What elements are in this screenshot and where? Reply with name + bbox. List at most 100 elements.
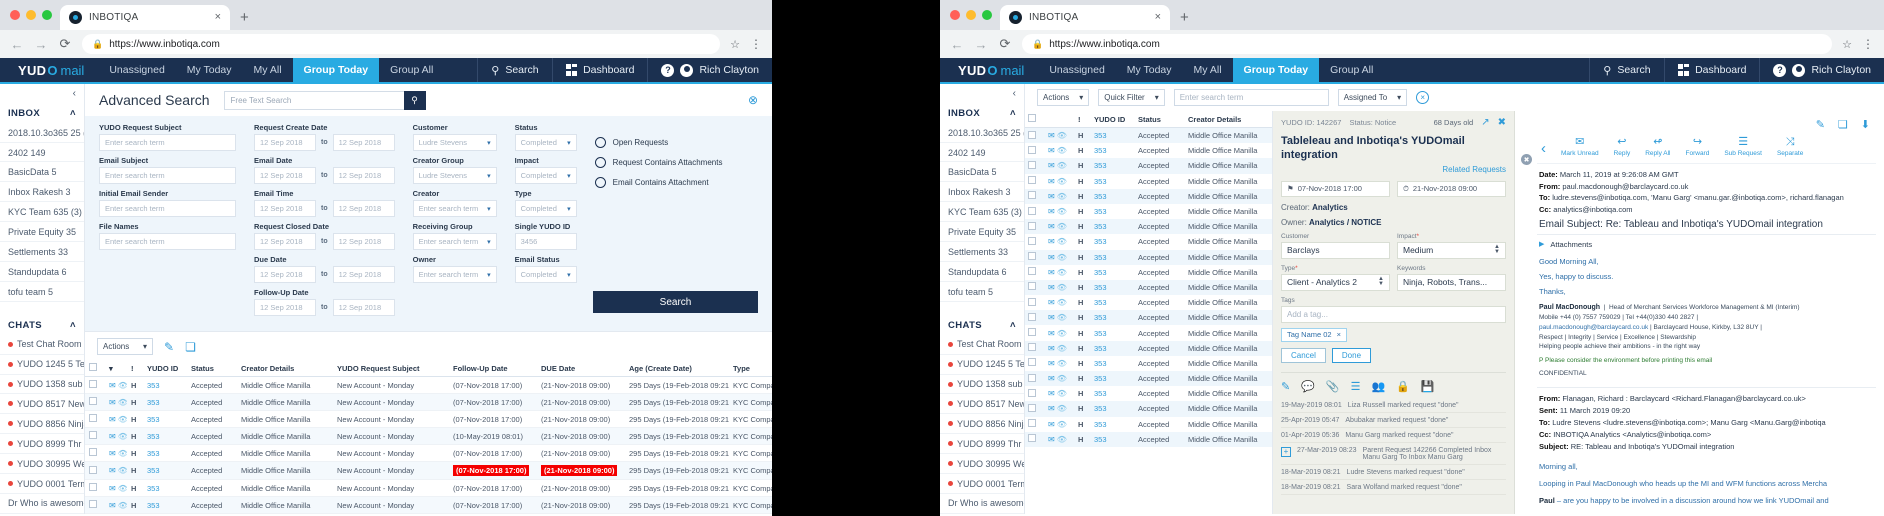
chevron-up-icon[interactable]: ˄: [1010, 320, 1016, 331]
list-item[interactable]: ✉ 👁 H 353 Accepted Middle Office Manilla: [1025, 401, 1272, 417]
date-to-input[interactable]: 12 Sep 2018: [332, 266, 395, 283]
nav-dashboard-button[interactable]: Dashboard: [551, 58, 648, 82]
sub-request-button[interactable]: ☰ Sub Request: [1724, 137, 1762, 158]
row-checkbox[interactable]: [89, 431, 97, 439]
close-search-icon[interactable]: ⊗: [748, 93, 758, 107]
sidebar-item-chat[interactable]: YUDO 8517 New: [940, 394, 1024, 415]
yudo-id-link[interactable]: 353: [1094, 253, 1107, 262]
row-checkbox[interactable]: [89, 380, 97, 388]
free-text-search-button[interactable]: ⚲: [403, 90, 426, 110]
browser-tab[interactable]: INBOTIQA ×: [60, 5, 230, 30]
eye-icon[interactable]: 👁: [1057, 192, 1067, 201]
envelope-icon[interactable]: ✉: [1048, 344, 1055, 353]
back-icon[interactable]: ←: [950, 37, 964, 52]
eye-icon[interactable]: 👁: [1057, 268, 1067, 277]
envelope-icon[interactable]: ✉: [109, 432, 116, 441]
quick-filter-dropdown[interactable]: Quick Filter ▾: [1098, 89, 1165, 106]
row-checkbox-cell[interactable]: [1025, 325, 1045, 340]
envelope-icon[interactable]: ✉: [1048, 222, 1055, 231]
col-status[interactable]: Status: [187, 360, 237, 377]
select-all-checkbox[interactable]: [1028, 114, 1036, 122]
yudo-id-link[interactable]: 353: [147, 432, 160, 441]
new-tab-icon[interactable]: +: [240, 9, 249, 26]
reply-button[interactable]: ↩ Reply: [1614, 137, 1631, 158]
row-id-cell[interactable]: 353: [1091, 310, 1135, 326]
avatar-icon[interactable]: [680, 63, 694, 77]
col-age[interactable]: Age (Create Date): [625, 360, 729, 377]
separate-button[interactable]: ⤨ Separate: [1777, 137, 1803, 158]
sidebar-item-inbox[interactable]: BasicData 5: [0, 162, 84, 183]
browser-menu-icon[interactable]: ⋮: [750, 38, 762, 50]
row-checkbox[interactable]: [1028, 388, 1036, 397]
eye-icon[interactable]: 👁: [118, 484, 127, 493]
sidebar-chats-header[interactable]: CHATS ˄: [0, 316, 84, 335]
sidebar-item-inbox[interactable]: tofu team 5: [940, 282, 1024, 302]
envelope-icon[interactable]: ✉: [1048, 435, 1055, 444]
envelope-icon[interactable]: ✉: [1048, 192, 1055, 201]
select-all-checkbox[interactable]: [89, 363, 97, 371]
minimize-window-button[interactable]: [26, 10, 36, 20]
sidebar-item-chat[interactable]: Test Chat Room: [940, 335, 1024, 355]
browser-menu-icon[interactable]: ⋮: [1862, 38, 1874, 50]
yudo-id-link[interactable]: 353: [147, 398, 160, 407]
envelope-icon[interactable]: ✉: [1048, 237, 1055, 246]
yudo-id-link[interactable]: 353: [1094, 435, 1107, 444]
nav-user-group[interactable]: ? Rich Clayton: [647, 58, 772, 82]
date-from-input[interactable]: 12 Sep 2018: [254, 266, 316, 283]
row-checkbox-cell[interactable]: [1025, 310, 1045, 326]
sidebar-item-inbox[interactable]: 2402 149: [940, 143, 1024, 163]
creator-group-select[interactable]: Ludre Stevens: [412, 167, 497, 184]
search-submit-button[interactable]: Search: [593, 291, 758, 313]
list-item[interactable]: ✉ 👁 H 353 Accepted Middle Office Manilla: [1025, 356, 1272, 371]
yudo-id-link[interactable]: 353: [1094, 344, 1107, 353]
help-icon[interactable]: ?: [1773, 63, 1787, 77]
row-checkbox[interactable]: [1028, 403, 1036, 412]
tag-chip[interactable]: Tag Name 02 ×: [1281, 327, 1347, 342]
bookmark-star-icon[interactable]: ☆: [1842, 38, 1852, 51]
envelope-icon[interactable]: ✉: [1048, 404, 1055, 413]
yudo-id-link[interactable]: 353: [147, 484, 160, 493]
row-id-cell[interactable]: 353: [143, 376, 187, 394]
sidebar-item-chat[interactable]: YUDO 0001 Terminal: [0, 474, 84, 495]
sidebar-item-inbox[interactable]: Private Equity 35: [0, 222, 84, 243]
yudo-id-link[interactable]: 353: [1094, 161, 1107, 170]
chevron-up-icon[interactable]: ˄: [70, 320, 76, 331]
sidebar-item-chat[interactable]: YUDO 30995 We are: [940, 454, 1024, 475]
col-sort[interactable]: ▾: [105, 360, 127, 377]
eye-icon[interactable]: 👁: [1057, 329, 1067, 338]
row-checkbox-cell[interactable]: [85, 427, 105, 445]
creator-select[interactable]: Enter search term: [412, 200, 497, 217]
yudo-id-link[interactable]: 353: [1094, 177, 1107, 186]
type-select[interactable]: Completed: [514, 200, 577, 217]
table-row[interactable]: ✉ 👁 H 353 Accepted Middle Office Manilla New …: [85, 376, 772, 394]
yudo-id-link[interactable]: 353: [1094, 329, 1107, 338]
row-id-cell[interactable]: 353: [1091, 249, 1135, 265]
reload-icon[interactable]: ⟳: [58, 36, 72, 52]
yudo-id-link[interactable]: 353: [1094, 268, 1107, 277]
sidebar-item-chat[interactable]: YUDO 1245 5 Te: [0, 355, 84, 375]
date-from-input[interactable]: 12 Sep 2018: [254, 134, 316, 151]
yudo-id-link[interactable]: 353: [1094, 222, 1107, 231]
col-yudo-id[interactable]: YUDO ID: [143, 360, 187, 377]
envelope-icon[interactable]: ✉: [1048, 329, 1055, 338]
row-checkbox-cell[interactable]: [1025, 219, 1045, 235]
col-due-date[interactable]: DUE Date: [537, 360, 625, 377]
owner-select[interactable]: Enter search term: [412, 266, 497, 283]
status-select[interactable]: Completed: [514, 134, 577, 151]
date-from-input[interactable]: 12 Sep 2018: [254, 299, 316, 316]
row-checkbox[interactable]: [1028, 419, 1036, 428]
back-icon[interactable]: ‹: [1541, 137, 1546, 156]
sidebar-item-inbox[interactable]: 2402 149: [0, 143, 84, 163]
row-checkbox-cell[interactable]: [1025, 265, 1045, 280]
eye-icon[interactable]: 👁: [1057, 374, 1067, 383]
yudo-id-link[interactable]: 353: [1094, 207, 1107, 216]
row-id-cell[interactable]: 353: [143, 410, 187, 428]
list-item[interactable]: ✉ 👁 H 353 Accepted Middle Office Manilla: [1025, 340, 1272, 356]
back-icon[interactable]: ←: [10, 37, 24, 52]
list-item[interactable]: ✉ 👁 H 353 Accepted Middle Office Manilla: [1025, 127, 1272, 144]
tag-input[interactable]: Add a tag...: [1281, 305, 1506, 323]
sidebar-item-chat[interactable]: YUDO 0001 Terminal: [940, 474, 1024, 495]
row-checkbox-cell[interactable]: [1025, 127, 1045, 144]
row-checkbox[interactable]: [89, 397, 97, 405]
row-id-cell[interactable]: 353: [143, 479, 187, 497]
